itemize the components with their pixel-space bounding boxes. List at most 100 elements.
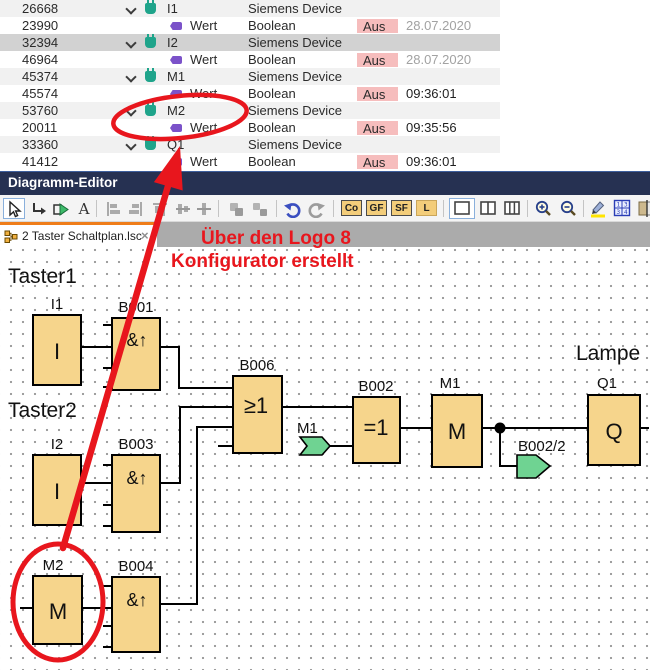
wire-junction-dot <box>495 423 506 434</box>
b002-reference-marker[interactable]: B002/2 <box>517 438 566 478</box>
device-icon <box>145 139 156 150</box>
redo-button[interactable] <box>305 198 327 219</box>
connector-tool-button[interactable] <box>28 198 50 219</box>
three-pane-icon <box>503 200 521 217</box>
tab-close-icon[interactable]: × <box>141 228 149 243</box>
sf-special-functions-button[interactable]: SF <box>391 200 412 216</box>
text-tool-icon: A <box>79 200 90 218</box>
l-button[interactable]: L <box>416 200 437 216</box>
timestamp: 28.07.2020 <box>406 18 471 33</box>
block-b001[interactable]: B001 &↑ <box>112 299 160 390</box>
text-tool-button[interactable]: A <box>73 198 95 219</box>
align-right-icon <box>127 200 145 218</box>
svg-text:I: I <box>54 479 60 504</box>
block-b004[interactable]: B004 &↑ <box>112 558 160 652</box>
row-id: 23990 <box>22 18 58 33</box>
parameter-grid-button[interactable]: 1 3 3 4 <box>611 198 633 219</box>
distribute-button[interactable] <box>193 198 215 219</box>
svg-text:&↑: &↑ <box>126 468 147 488</box>
svg-text:4: 4 <box>624 209 628 216</box>
block-b006[interactable]: B006 ≥1 <box>233 357 282 453</box>
highlight-button[interactable] <box>587 198 609 219</box>
block-i1[interactable]: I1 I <box>33 296 81 385</box>
align-left-button[interactable] <box>102 198 124 219</box>
table-row[interactable]: 23990 Wert Boolean Aus 28.07.2020 <box>0 17 500 34</box>
group-button[interactable] <box>225 198 247 219</box>
zoom-out-button[interactable] <box>557 198 579 219</box>
row-id: 26668 <box>22 1 58 16</box>
status-badge: Aus <box>357 19 398 33</box>
row-type: Siemens Device <box>248 103 342 118</box>
device-icon <box>145 105 156 116</box>
row-type: Boolean <box>248 154 296 169</box>
two-pane-view-button[interactable] <box>477 198 499 219</box>
split-reference-button[interactable]: I <box>636 198 650 219</box>
status-badge: Aus <box>357 87 398 101</box>
table-row[interactable]: 46964 Wert Boolean Aus 28.07.2020 <box>0 51 500 68</box>
ungroup-button[interactable] <box>249 198 271 219</box>
timestamp: 09:35:56 <box>406 120 457 135</box>
flag-tool-button[interactable] <box>50 198 72 219</box>
table-row[interactable]: 20011 Wert Boolean Aus 09:35:56 <box>0 119 500 136</box>
device-icon <box>145 3 156 14</box>
block-b002[interactable]: B002 =1 <box>353 378 400 463</box>
table-row[interactable]: 41412 Wert Boolean Aus 09:36:01 <box>0 153 500 170</box>
table-row[interactable]: 45374 M1 Siemens Device <box>0 68 500 85</box>
block-q1[interactable]: Q1 Q <box>588 375 640 465</box>
svg-text:I1: I1 <box>51 296 64 313</box>
block-i2[interactable]: I2 I <box>33 436 81 525</box>
undo-icon <box>283 200 302 218</box>
svg-text:I: I <box>54 339 60 364</box>
zoom-in-button[interactable] <box>532 198 554 219</box>
row-name: Wert <box>190 18 217 33</box>
co-connectors-button[interactable]: Co <box>341 200 362 216</box>
chevron-down-icon[interactable] <box>126 106 135 115</box>
redo-icon <box>307 200 326 218</box>
table-row[interactable]: 45574 Wert Boolean Aus 09:36:01 <box>0 85 500 102</box>
row-id: 46964 <box>22 52 58 67</box>
timestamp: 28.07.2020 <box>406 52 471 67</box>
block-m2[interactable]: M2 M <box>33 557 82 644</box>
tab-schaltplan[interactable]: 2 Taster Schaltplan.lsc × <box>0 222 157 247</box>
row-type: Boolean <box>248 120 296 135</box>
table-row[interactable]: 53760 M2 Siemens Device <box>0 102 500 119</box>
chevron-down-icon[interactable] <box>126 72 135 81</box>
block-b003[interactable]: B003 &↑ <box>112 436 160 532</box>
chevron-down-icon[interactable] <box>126 38 135 47</box>
block-m1[interactable]: M1 M <box>432 375 482 467</box>
table-row-selected[interactable]: 32394 I2 Siemens Device <box>0 34 500 51</box>
row-name: Wert <box>190 52 217 67</box>
svg-text:1: 1 <box>616 202 620 209</box>
gf-basic-functions-button[interactable]: GF <box>366 200 387 216</box>
device-icon <box>145 71 156 82</box>
svg-text:=1: =1 <box>363 415 388 440</box>
row-type: Siemens Device <box>248 137 342 152</box>
svg-text:≥1: ≥1 <box>244 393 268 418</box>
table-row[interactable]: 26668 I1 Siemens Device <box>0 0 500 17</box>
svg-text:B002: B002 <box>358 378 393 395</box>
row-id: 32394 <box>22 35 58 50</box>
align-top-icon <box>151 200 169 218</box>
row-name: Wert <box>190 86 217 101</box>
align-right-button[interactable] <box>125 198 147 219</box>
row-type: Boolean <box>248 86 296 101</box>
undo-button[interactable] <box>281 198 303 219</box>
table-row[interactable]: 33360 Q1 Siemens Device <box>0 136 500 153</box>
annotation-text-line1: Über den Logo 8 <box>201 228 351 250</box>
svg-text:&↑: &↑ <box>126 330 147 350</box>
align-middle-button[interactable] <box>172 198 194 219</box>
three-pane-view-button[interactable] <box>501 198 523 219</box>
m1-flag-marker[interactable]: M1 <box>297 420 330 455</box>
chevron-down-icon[interactable] <box>126 140 135 149</box>
svg-text:3: 3 <box>616 209 620 216</box>
align-top-button[interactable] <box>149 198 171 219</box>
diagram-canvas[interactable]: Taster1 Taster2 Lampe I1 I B001 &↑ I2 I <box>0 247 650 670</box>
chevron-down-icon[interactable] <box>126 4 135 13</box>
toolbar-separator <box>443 200 444 217</box>
row-name: Wert <box>190 154 217 169</box>
align-left-icon <box>104 200 122 218</box>
svg-text:M1: M1 <box>440 375 461 392</box>
tab-label: 2 Taster Schaltplan.lsc <box>22 229 142 243</box>
select-tool-button[interactable] <box>3 198 25 219</box>
single-pane-view-button[interactable] <box>449 198 475 219</box>
